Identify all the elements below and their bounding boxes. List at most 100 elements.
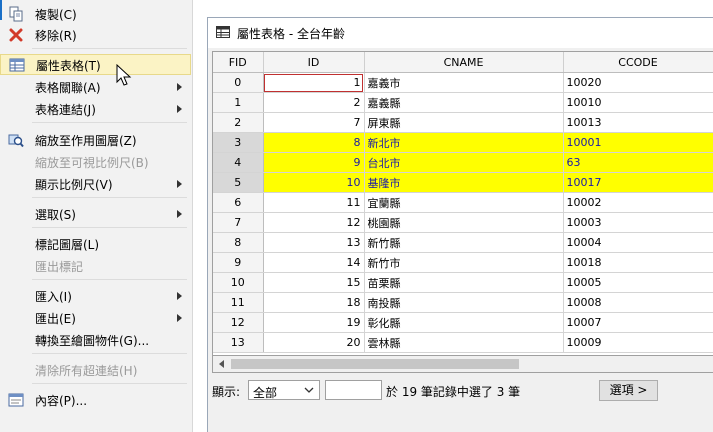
horizontal-scrollbar[interactable]	[212, 356, 713, 373]
table-row[interactable]: 11 18 南投縣 10008	[213, 292, 713, 313]
column-header-ccode[interactable]: CCODE	[563, 52, 713, 73]
filter-dropdown[interactable]: 全部	[248, 380, 320, 400]
table-row[interactable]: 6 11 宜蘭縣 10002	[213, 192, 713, 213]
row-ccode-cell[interactable]: 10010	[563, 92, 713, 113]
row-fid-cell[interactable]: 10	[213, 272, 264, 293]
row-cname-cell[interactable]: 屏東縣	[364, 112, 564, 133]
table-row[interactable]: 10 15 苗栗縣 10005	[213, 272, 713, 293]
window-titlebar[interactable]: 屬性表格 - 全台年齡	[208, 18, 713, 48]
row-fid-cell[interactable]: 1	[213, 92, 264, 113]
row-cname-cell[interactable]: 彰化縣	[364, 312, 564, 333]
menu-item-table-join[interactable]: 表格關聯(A)	[0, 76, 191, 97]
table-row[interactable]: 7 12 桃園縣 10003	[213, 212, 713, 233]
table-row[interactable]: 13 20 雲林縣 10009	[213, 332, 713, 353]
table-row[interactable]: 4 9 台北市 63	[213, 152, 713, 173]
row-id-cell[interactable]: 1	[263, 72, 365, 93]
menu-item-export[interactable]: 匯出(E)	[0, 307, 191, 328]
row-fid-cell[interactable]: 6	[213, 192, 264, 213]
row-id-cell[interactable]: 8	[263, 132, 365, 153]
row-cname-cell[interactable]: 嘉義市	[364, 72, 564, 93]
table-row[interactable]: 12 19 彰化縣 10007	[213, 312, 713, 333]
menu-item-import[interactable]: 匯入(I)	[0, 285, 191, 306]
row-id-cell[interactable]: 18	[263, 292, 365, 313]
row-fid-cell[interactable]: 9	[213, 252, 264, 273]
row-cname-cell[interactable]: 基隆市	[364, 172, 564, 193]
record-number-input[interactable]	[325, 380, 382, 400]
menu-item-convert-to-graphics[interactable]: 轉換至繪圖物件(G)...	[0, 329, 191, 350]
column-header-fid[interactable]: FID	[213, 52, 264, 73]
menu-item-select[interactable]: 選取(S)	[0, 203, 191, 224]
row-ccode-cell[interactable]: 10017	[563, 172, 713, 193]
table-row[interactable]: 5 10 基隆市 10017	[213, 172, 713, 193]
row-id-cell[interactable]: 15	[263, 272, 365, 293]
menu-item-attribute-table[interactable]: 屬性表格(T)	[0, 54, 191, 75]
menu-item-table-link[interactable]: 表格連結(J)	[0, 98, 191, 119]
scroll-left-arrow-icon[interactable]	[219, 360, 224, 368]
row-ccode-cell[interactable]: 10003	[563, 212, 713, 233]
row-ccode-cell[interactable]: 10020	[563, 72, 713, 93]
row-fid-cell[interactable]: 5	[213, 172, 264, 193]
table-row[interactable]: 8 13 新竹縣 10004	[213, 232, 713, 253]
row-cname-cell[interactable]: 嘉義縣	[364, 92, 564, 113]
row-fid-cell[interactable]: 2	[213, 112, 264, 133]
row-ccode-cell[interactable]: 10009	[563, 332, 713, 353]
row-ccode-cell[interactable]: 10007	[563, 312, 713, 333]
row-cname-cell[interactable]: 台北市	[364, 152, 564, 173]
row-cname-cell[interactable]: 新竹市	[364, 252, 564, 273]
table-statusbar: 顯示: 全部 於 19 筆記錄中選了 3 筆 選項 >	[208, 376, 713, 406]
row-id-cell[interactable]: 19	[263, 312, 365, 333]
column-header-cname[interactable]: CNAME	[364, 52, 564, 73]
row-id-cell[interactable]: 12	[263, 212, 365, 233]
scrollbar-thumb[interactable]	[231, 359, 519, 369]
row-id-cell[interactable]: 13	[263, 232, 365, 253]
row-fid-cell[interactable]: 8	[213, 232, 264, 253]
menu-item-zoom-to-layer[interactable]: 縮放至作用圖層(Z)	[0, 129, 191, 150]
row-ccode-cell[interactable]: 10008	[563, 292, 713, 313]
row-fid-cell[interactable]: 12	[213, 312, 264, 333]
row-fid-cell[interactable]: 7	[213, 212, 264, 233]
row-cname-cell[interactable]: 宜蘭縣	[364, 192, 564, 213]
row-id-cell[interactable]: 11	[263, 192, 365, 213]
table-row[interactable]: 3 8 新北市 10001	[213, 132, 713, 153]
row-id-cell[interactable]: 2	[263, 92, 365, 113]
table-row[interactable]: 1 2 嘉義縣 10010	[213, 92, 713, 113]
menu-separator	[32, 383, 187, 384]
menu-item-export-labels: 匯出標記	[0, 255, 191, 276]
row-fid-cell[interactable]: 13	[213, 332, 264, 353]
row-fid-cell[interactable]: 0	[213, 72, 264, 93]
row-ccode-cell[interactable]: 10004	[563, 232, 713, 253]
row-id-cell[interactable]: 9	[263, 152, 365, 173]
table-row[interactable]: 2 7 屏東縣 10013	[213, 112, 713, 133]
table-row[interactable]: 9 14 新竹市 10018	[213, 252, 713, 273]
row-cname-cell[interactable]: 苗栗縣	[364, 272, 564, 293]
row-fid-cell[interactable]: 3	[213, 132, 264, 153]
row-id-cell[interactable]: 10	[263, 172, 365, 193]
menu-item-properties[interactable]: 內容(P)...	[0, 389, 191, 410]
row-ccode-cell[interactable]: 10002	[563, 192, 713, 213]
layer-context-menu: 複製(C) 移除(R) 屬性表格(T) 表格關聯(A) 表格連結(J) 縮放至作…	[0, 0, 193, 432]
row-cname-cell[interactable]: 新北市	[364, 132, 564, 153]
row-ccode-cell[interactable]: 10018	[563, 252, 713, 273]
menu-item-copy[interactable]: 複製(C)	[0, 3, 191, 24]
row-cname-cell[interactable]: 桃園縣	[364, 212, 564, 233]
row-cname-cell[interactable]: 雲林縣	[364, 332, 564, 353]
menu-item-remove[interactable]: 移除(R)	[0, 24, 191, 45]
row-id-cell[interactable]: 7	[263, 112, 365, 133]
menu-item-label: 縮放至作用圖層(Z)	[35, 134, 137, 148]
column-header-id[interactable]: ID	[263, 52, 365, 73]
table-row[interactable]: 0 1 嘉義市 10020	[213, 72, 713, 93]
row-cname-cell[interactable]: 南投縣	[364, 292, 564, 313]
menu-item-label-layer[interactable]: 標記圖層(L)	[0, 233, 191, 254]
row-id-cell[interactable]: 14	[263, 252, 365, 273]
row-cname-cell[interactable]: 新竹縣	[364, 232, 564, 253]
row-ccode-cell[interactable]: 63	[563, 152, 713, 173]
row-fid-cell[interactable]: 11	[213, 292, 264, 313]
attribute-grid[interactable]: FID ID CNAME CCODE 0 1 嘉義市 10020 1 2 嘉義縣 10010 2…	[212, 51, 713, 356]
row-fid-cell[interactable]: 4	[213, 152, 264, 173]
options-button[interactable]: 選項 >	[599, 380, 658, 401]
row-ccode-cell[interactable]: 10001	[563, 132, 713, 153]
row-ccode-cell[interactable]: 10013	[563, 112, 713, 133]
row-ccode-cell[interactable]: 10005	[563, 272, 713, 293]
menu-item-show-scale[interactable]: 顯示比例尺(V)	[0, 173, 191, 194]
row-id-cell[interactable]: 20	[263, 332, 365, 353]
